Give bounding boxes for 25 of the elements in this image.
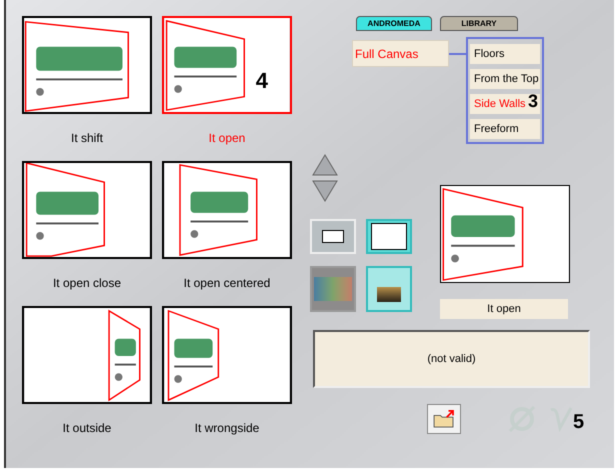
photo-placeholder: [314, 277, 352, 301]
preset-label: It open close: [52, 274, 122, 292]
preset-label: It wrongside: [194, 420, 260, 436]
mode-menu-item[interactable]: Freeform: [470, 119, 540, 140]
image-button[interactable]: [366, 266, 412, 312]
folder-arrow-icon: [433, 410, 455, 428]
preset-label: It open: [208, 130, 246, 146]
up-arrow-button[interactable]: [312, 154, 338, 176]
mode-menu-item[interactable]: From the Top: [470, 69, 540, 90]
preview-caption: It open: [440, 299, 568, 319]
callout-number: 4: [256, 70, 268, 92]
export-folder-button[interactable]: [427, 404, 461, 434]
down-arrow-button[interactable]: [312, 180, 338, 202]
preset-thumbnail[interactable]: 4: [162, 16, 292, 114]
preset-label: It open centered: [184, 274, 270, 292]
frame-size-button[interactable]: [366, 219, 412, 254]
preset-label: It outside: [62, 420, 112, 436]
folder-tab[interactable]: ANDROMEDA: [356, 16, 432, 31]
version-number: 5: [573, 412, 584, 432]
photo-placeholder: [377, 286, 401, 302]
folder-tab[interactable]: LIBRARY: [440, 16, 518, 31]
mode-menu-item[interactable]: Floors: [470, 44, 540, 64]
status-box: (not valid): [313, 330, 590, 388]
preset-label: It shift: [70, 130, 103, 146]
callout-number: 3: [528, 92, 538, 110]
